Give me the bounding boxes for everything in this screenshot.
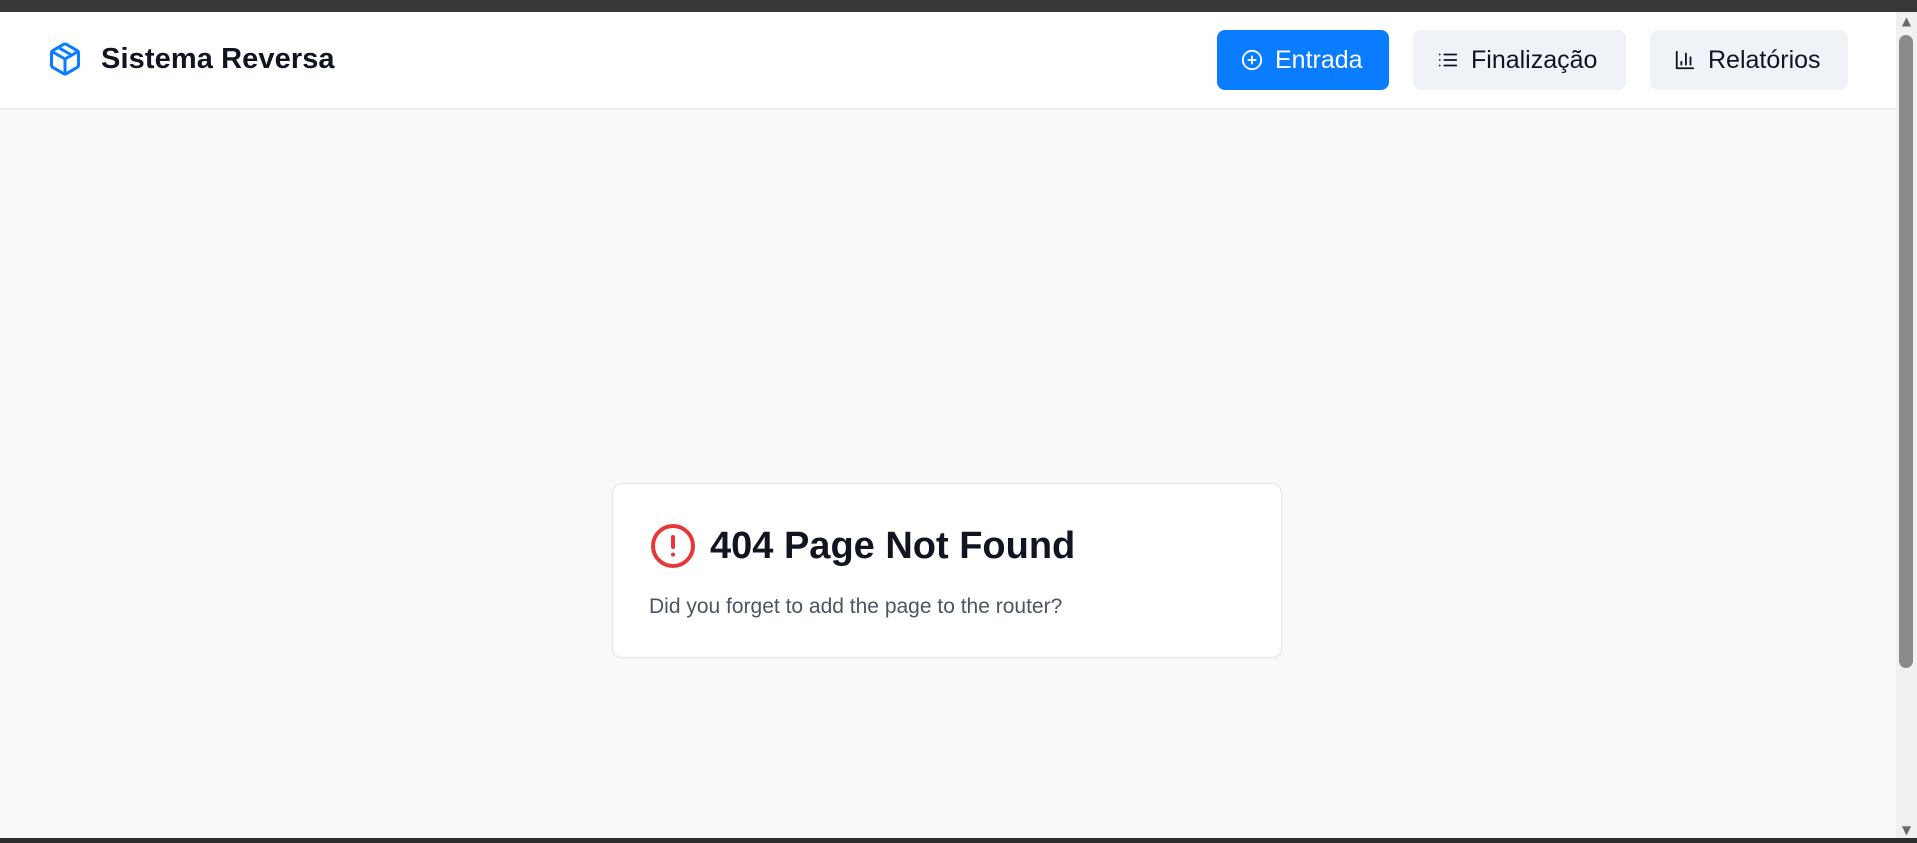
vertical-scrollbar[interactable]: ▲ ▼ bbox=[1896, 12, 1917, 838]
error-message: Did you forget to add the page to the ro… bbox=[649, 595, 1063, 618]
error-card-header: 404 Page Not Found bbox=[649, 522, 1075, 570]
relatorios-button[interactable]: Relatórios bbox=[1650, 30, 1848, 90]
package-icon bbox=[50, 42, 80, 76]
error-card: 404 Page Not Found Did you forget to add… bbox=[612, 483, 1282, 658]
error-title: 404 Page Not Found bbox=[710, 524, 1076, 567]
entrada-label: Entrada bbox=[1275, 45, 1363, 74]
list-icon bbox=[1438, 53, 1458, 67]
brand-link[interactable]: Sistema Reversa bbox=[47, 41, 335, 77]
bar-chart-icon bbox=[1675, 50, 1695, 70]
main-nav: Entrada Finalização Relatórios bbox=[1217, 30, 1848, 90]
scrollbar-thumb[interactable] bbox=[1899, 35, 1913, 668]
scroll-down-arrow-icon[interactable]: ▼ bbox=[1896, 821, 1917, 838]
finalizacao-button[interactable]: Finalização bbox=[1413, 30, 1626, 90]
app-viewport: Sistema Reversa Entrada Finalização Rela… bbox=[0, 12, 1896, 838]
relatorios-label: Relatórios bbox=[1708, 45, 1821, 74]
app-header: Sistema Reversa Entrada Finalização Rela… bbox=[0, 12, 1896, 109]
alert-circle-icon bbox=[651, 524, 695, 568]
scroll-up-arrow-icon[interactable]: ▲ bbox=[1896, 12, 1917, 29]
brand-title: Sistema Reversa bbox=[101, 42, 335, 75]
entrada-button[interactable]: Entrada bbox=[1217, 30, 1389, 90]
plus-circle-icon bbox=[1241, 49, 1263, 71]
window-top-bar bbox=[0, 0, 1917, 12]
finalizacao-label: Finalização bbox=[1471, 45, 1598, 74]
window-bottom-bar bbox=[0, 838, 1917, 843]
